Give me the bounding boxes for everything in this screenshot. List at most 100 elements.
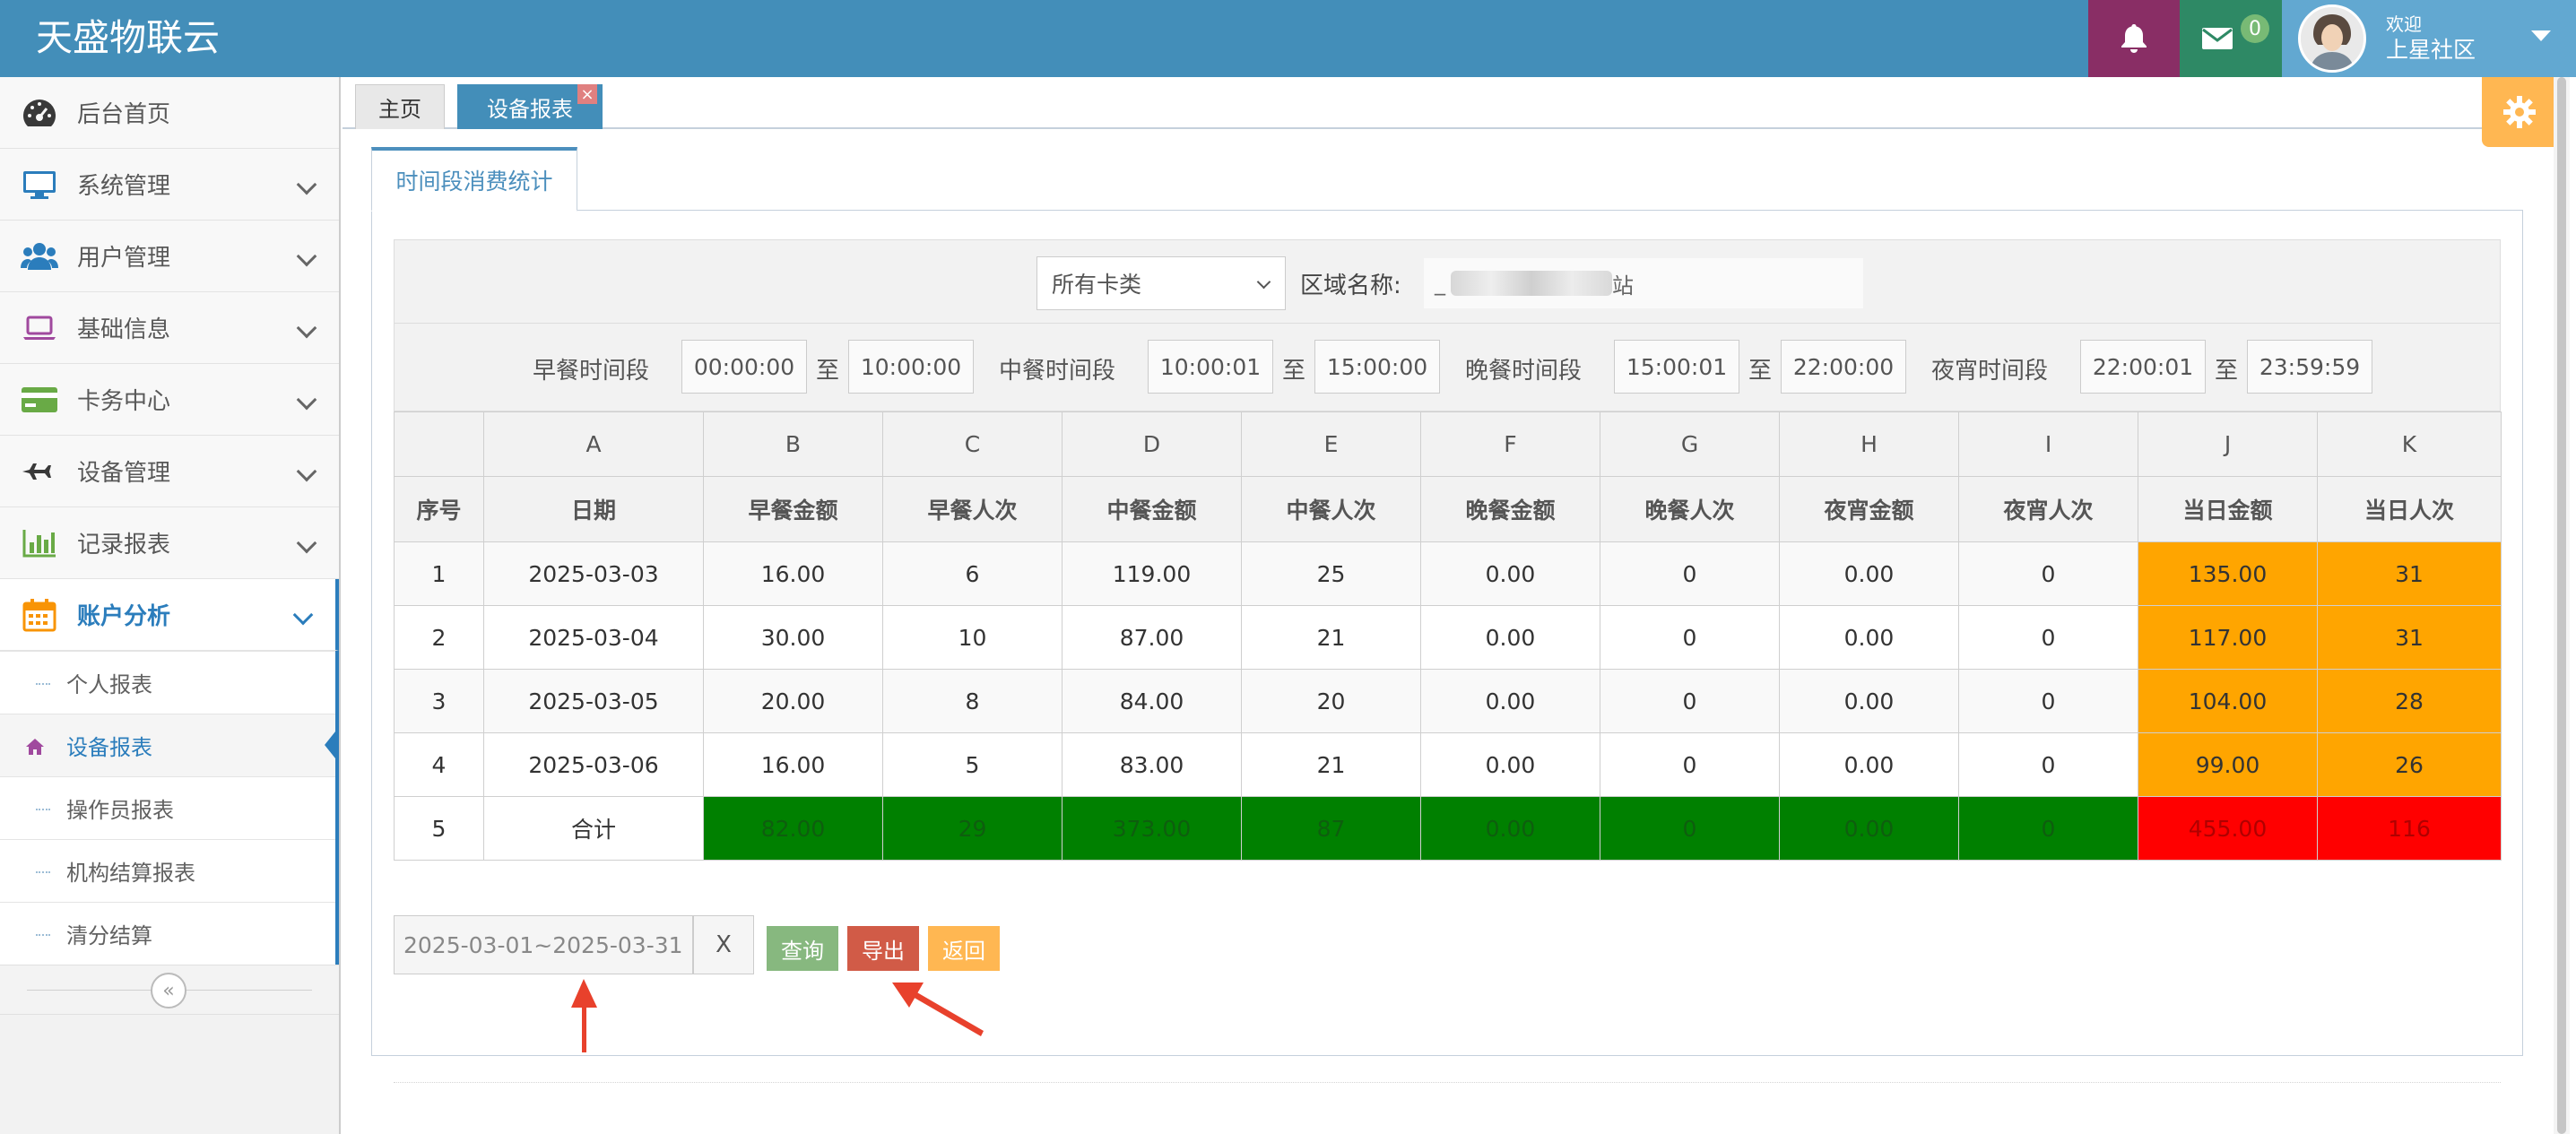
user-menu[interactable]: 欢迎 上星社区 xyxy=(2282,0,2576,77)
column-header-cell: 中餐人次 xyxy=(1241,476,1421,542)
to-label: 至 xyxy=(816,358,840,385)
tab-period-consumption-stats[interactable]: 时间段消费统计 xyxy=(371,147,577,212)
table-cell: 30.00 xyxy=(703,605,883,670)
table-cell: 2025-03-03 xyxy=(483,541,704,606)
bell-icon xyxy=(2121,24,2147,53)
tab-home[interactable]: 主页 xyxy=(355,84,445,129)
submenu-item-org-settlement-report[interactable]: 机构结算报表 xyxy=(0,839,335,902)
card-type-value: 所有卡类 xyxy=(1052,272,1142,298)
submenu-item-label: 个人报表 xyxy=(66,672,152,697)
column-letter-cell: A xyxy=(483,411,704,477)
total-row: 5 合计 82.00 29 373.00 87 0.00 0 0.00 0 455.00 116 xyxy=(394,796,2502,861)
table-cell: 104.00 xyxy=(2138,669,2318,733)
table-cell: 0 xyxy=(1958,732,2138,797)
sidebar-item-label: 账户分析 xyxy=(77,603,171,630)
lunch-start-input[interactable]: 10:00:01 xyxy=(1148,340,1273,394)
table-cell: 87.00 xyxy=(1062,605,1242,670)
page-scrollbar[interactable] xyxy=(2554,77,2570,1134)
to-label: 至 xyxy=(1282,358,1306,385)
tree-dash xyxy=(36,683,50,685)
collapse-sidebar-button[interactable]: « xyxy=(151,973,186,1008)
sidebar-item-users[interactable]: 用户管理 xyxy=(0,221,339,292)
sidebar-item-account-analysis[interactable]: 账户分析 xyxy=(0,579,339,651)
report-table: A B C D E F G H I J K 序号 日期 早餐金额 早餐人次 中餐金额 中餐人次 晚餐金额 晚餐人次夜… xyxy=(394,411,2502,861)
submenu-item-operator-report[interactable]: 操作员报表 xyxy=(0,776,335,839)
dinner-start-input[interactable]: 15:00:01 xyxy=(1614,340,1739,394)
column-header-cell: 早餐金额 xyxy=(703,476,883,542)
card-type-select[interactable]: 所有卡类 xyxy=(1036,256,1286,310)
settings-button[interactable] xyxy=(2482,77,2557,147)
submenu-item-device-report[interactable]: 设备报表 xyxy=(0,714,339,776)
area-name-suffix: 站 xyxy=(1612,273,1634,299)
lunch-end-input[interactable]: 15:00:00 xyxy=(1314,340,1440,394)
messages-count-badge: 0 xyxy=(2241,14,2269,43)
brand-title[interactable]: 天盛物联云 xyxy=(36,13,220,63)
column-letter-cell: J xyxy=(2138,411,2318,477)
to-label: 至 xyxy=(2215,358,2239,385)
column-letter-cell: D xyxy=(1062,411,1242,477)
top-navbar: 天盛物联云 0 欢迎 上星社区 xyxy=(0,0,2576,77)
table-cell: 2025-03-05 xyxy=(483,669,704,733)
table-cell: 135.00 xyxy=(2138,541,2318,606)
date-range-input[interactable]: 2025-03-01~2025-03-31 xyxy=(394,915,693,974)
column-letter-cell: E xyxy=(1241,411,1421,477)
total-cell: 29 xyxy=(882,796,1062,861)
calendar-icon xyxy=(20,595,59,635)
submenu-item-personal-report[interactable]: 个人报表 xyxy=(0,651,335,714)
submenu-item-label: 设备报表 xyxy=(66,735,152,760)
total-cell: 0.00 xyxy=(1779,796,1959,861)
column-header-cell: 日期 xyxy=(483,476,704,542)
column-letter-row: ABCDEFGHIJK xyxy=(394,411,2502,477)
column-header-cell: 夜宵金额 xyxy=(1779,476,1959,542)
scrollbar-thumb[interactable] xyxy=(2557,77,2566,1134)
sidebar-item-home[interactable]: 后台首页 xyxy=(0,77,339,149)
table-cell: 26 xyxy=(2317,732,2502,797)
table-cell: 0.00 xyxy=(1779,732,1959,797)
column-header-cell: 当日金额 xyxy=(2138,476,2318,542)
sidebar-item-device[interactable]: 设备管理 xyxy=(0,436,339,507)
table-cell: 16.00 xyxy=(703,732,883,797)
export-button[interactable]: 导出 xyxy=(847,926,919,971)
messages-button[interactable]: 0 xyxy=(2180,0,2282,77)
breakfast-end-input[interactable]: 10:00:00 xyxy=(848,340,974,394)
notifications-button[interactable] xyxy=(2088,0,2180,77)
table-cell: 0.00 xyxy=(1779,541,1959,606)
late-night-start-input[interactable]: 22:00:01 xyxy=(2080,340,2206,394)
chevron-down-icon xyxy=(296,317,317,339)
breakfast-start-input[interactable]: 00:00:00 xyxy=(681,340,807,394)
table-cell: 0 xyxy=(1958,669,2138,733)
double-chevron-left-icon: « xyxy=(162,979,175,1002)
breakfast-segment-label: 早餐时间段 xyxy=(533,358,650,385)
table-row: 3 2025-03-05 20.00 8 84.00 20 0.00 0 0.00 0 104.00… xyxy=(394,669,2502,733)
sidebar-item-card-center[interactable]: 卡务中心 xyxy=(0,364,339,436)
tree-dash xyxy=(36,934,50,936)
laptop-icon xyxy=(20,308,59,348)
late-night-end-input[interactable]: 23:59:59 xyxy=(2247,340,2372,394)
close-tab-icon[interactable]: × xyxy=(577,84,597,104)
envelope-icon xyxy=(2202,28,2233,49)
table-cell: 83.00 xyxy=(1062,732,1242,797)
submenu-item-label: 清分结算 xyxy=(66,923,152,948)
back-button[interactable]: 返回 xyxy=(928,926,1000,971)
sidebar-item-system[interactable]: 系统管理 xyxy=(0,149,339,221)
table-cell: 0 xyxy=(1958,605,2138,670)
area-name-field[interactable]: _ 站 xyxy=(1424,258,1863,308)
column-letter-cell: G xyxy=(1600,411,1780,477)
column-header-cell: 夜宵人次 xyxy=(1958,476,2138,542)
sidebar-item-basic-info[interactable]: 基础信息 xyxy=(0,292,339,364)
total-cell: 87 xyxy=(1241,796,1421,861)
sidebar-item-records[interactable]: 记录报表 xyxy=(0,507,339,579)
total-cell: 0 xyxy=(1600,796,1780,861)
area-name-prefix: _ xyxy=(1435,271,1445,296)
user-avatar xyxy=(2298,4,2366,73)
table-cell: 1 xyxy=(394,541,484,606)
clear-date-button[interactable]: X xyxy=(693,915,754,974)
tree-dash xyxy=(36,809,50,810)
sidebar-item-label: 系统管理 xyxy=(77,173,171,200)
query-button[interactable]: 查询 xyxy=(767,926,838,971)
column-header-cell: 当日人次 xyxy=(2317,476,2502,542)
submenu-item-clearing-settlement[interactable]: 清分结算 xyxy=(0,902,335,965)
table-cell: 28 xyxy=(2317,669,2502,733)
account-analysis-submenu: 个人报表 设备报表 操作员报表 机构结算报表 清分结算 xyxy=(0,651,339,965)
dinner-end-input[interactable]: 22:00:00 xyxy=(1781,340,1906,394)
